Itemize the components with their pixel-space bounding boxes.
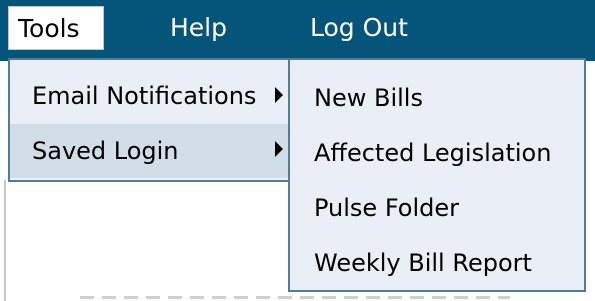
submenu-item-pulse-folder[interactable]: Pulse Folder (290, 180, 584, 236)
menu-item-saved-login[interactable]: Saved Login (10, 124, 288, 178)
tools-dropdown-menu: Email Notifications Saved Login (8, 58, 290, 182)
submenu-item-label: Affected Legislation (314, 139, 552, 167)
submenu-item-label: New Bills (314, 84, 423, 112)
menu-item-label: Email Notifications (32, 82, 257, 110)
submenu-item-affected-legislation[interactable]: Affected Legislation (290, 125, 584, 181)
submenu-arrow-icon (275, 87, 283, 103)
email-notifications-submenu: New Bills Affected Legislation Pulse Fol… (288, 58, 586, 292)
menu-item-label: Saved Login (32, 137, 179, 165)
menu-log-out[interactable]: Log Out (310, 6, 408, 50)
submenu-item-label: Pulse Folder (314, 194, 459, 222)
menu-bar: Tools Help Log Out (0, 0, 595, 61)
menu-help[interactable]: Help (170, 6, 227, 50)
menu-item-email-notifications[interactable]: Email Notifications (10, 70, 288, 122)
submenu-item-label: Weekly Bill Report (314, 249, 532, 277)
page-bottom-fade (80, 296, 510, 299)
submenu-item-new-bills[interactable]: New Bills (290, 70, 584, 126)
submenu-arrow-icon (275, 141, 283, 157)
menu-tools[interactable]: Tools (8, 6, 104, 50)
submenu-item-weekly-bill-report[interactable]: Weekly Bill Report (290, 235, 584, 291)
page-left-edge (4, 180, 6, 301)
